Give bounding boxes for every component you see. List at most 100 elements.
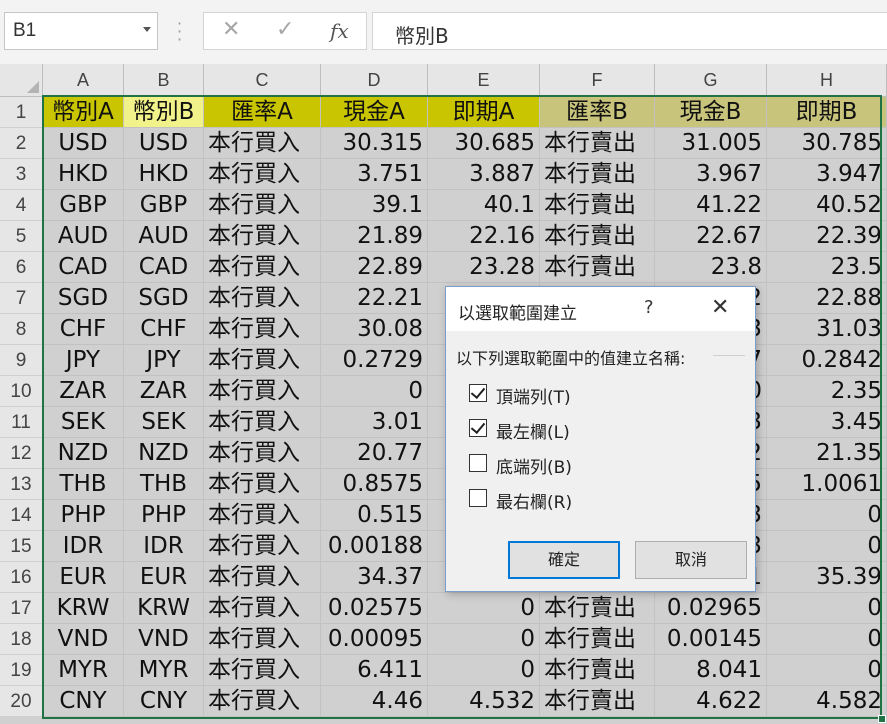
table-cell[interactable]: AUD: [43, 221, 124, 252]
table-cell[interactable]: 31.005: [655, 128, 767, 159]
table-cell[interactable]: 0: [428, 655, 540, 686]
table-cell[interactable]: JPY: [43, 345, 124, 376]
table-cell[interactable]: MYR: [43, 655, 124, 686]
row-header[interactable]: 1: [0, 97, 43, 128]
table-cell[interactable]: 30.685: [428, 128, 540, 159]
table-cell[interactable]: 本行買入: [204, 221, 321, 252]
close-icon[interactable]: ✕: [711, 295, 729, 320]
table-cell[interactable]: 22.89: [321, 252, 428, 283]
table-cell[interactable]: 本行賣出: [540, 624, 655, 655]
header-cell[interactable]: 現金A: [321, 97, 428, 128]
row-header[interactable]: 10: [0, 376, 43, 407]
table-cell[interactable]: 6.411: [321, 655, 428, 686]
table-cell[interactable]: EUR: [124, 562, 204, 593]
row-header[interactable]: 20: [0, 686, 43, 717]
row-header[interactable]: 4: [0, 190, 43, 221]
table-cell[interactable]: CAD: [43, 252, 124, 283]
table-cell[interactable]: 21.35: [767, 438, 887, 469]
table-cell[interactable]: 3.45: [767, 407, 887, 438]
table-cell[interactable]: SGD: [124, 283, 204, 314]
table-cell[interactable]: 本行賣出: [540, 128, 655, 159]
row-header[interactable]: 19: [0, 655, 43, 686]
row-header[interactable]: 2: [0, 128, 43, 159]
table-cell[interactable]: 本行買入: [204, 624, 321, 655]
table-cell[interactable]: 本行賣出: [540, 593, 655, 624]
table-cell[interactable]: 0: [767, 500, 887, 531]
table-cell[interactable]: 0.2842: [767, 345, 887, 376]
table-cell[interactable]: NZD: [43, 438, 124, 469]
table-cell[interactable]: USD: [124, 128, 204, 159]
table-cell[interactable]: 0: [767, 624, 887, 655]
right-column-checkbox[interactable]: [469, 489, 487, 507]
row-header[interactable]: 11: [0, 407, 43, 438]
column-header-e[interactable]: E: [428, 64, 540, 97]
table-cell[interactable]: 0.00188: [321, 531, 428, 562]
table-cell[interactable]: VND: [43, 624, 124, 655]
table-cell[interactable]: PHP: [124, 500, 204, 531]
table-cell[interactable]: 22.39: [767, 221, 887, 252]
row-header[interactable]: 18: [0, 624, 43, 655]
table-cell[interactable]: 本行買入: [204, 407, 321, 438]
table-cell[interactable]: 4.582: [767, 686, 887, 717]
column-header-b[interactable]: B: [124, 64, 204, 97]
formula-bar-grip-icon[interactable]: · · ·: [177, 16, 182, 48]
table-cell[interactable]: ZAR: [43, 376, 124, 407]
table-cell[interactable]: 3.947: [767, 159, 887, 190]
table-cell[interactable]: 34.37: [321, 562, 428, 593]
ok-button[interactable]: 確定: [508, 541, 620, 579]
table-cell[interactable]: THB: [43, 469, 124, 500]
table-cell[interactable]: 22.16: [428, 221, 540, 252]
table-cell[interactable]: NZD: [124, 438, 204, 469]
table-cell[interactable]: SEK: [124, 407, 204, 438]
column-header-g[interactable]: G: [655, 64, 767, 97]
table-cell[interactable]: 本行買入: [204, 438, 321, 469]
table-cell[interactable]: 0: [767, 531, 887, 562]
table-cell[interactable]: 35.39: [767, 562, 887, 593]
header-cell[interactable]: 幣別B: [124, 97, 204, 128]
table-cell[interactable]: 40.1: [428, 190, 540, 221]
table-cell[interactable]: 41.22: [655, 190, 767, 221]
table-cell[interactable]: 30.785: [767, 128, 887, 159]
table-cell[interactable]: 3.967: [655, 159, 767, 190]
left-column-checkbox[interactable]: [469, 419, 487, 437]
table-cell[interactable]: 21.89: [321, 221, 428, 252]
table-cell[interactable]: 23.28: [428, 252, 540, 283]
column-header-d[interactable]: D: [321, 64, 428, 97]
cancel-button[interactable]: 取消: [635, 541, 747, 579]
left-column-label[interactable]: 最左欄(L): [496, 418, 570, 443]
table-cell[interactable]: 23.8: [655, 252, 767, 283]
table-cell[interactable]: 本行買入: [204, 469, 321, 500]
table-cell[interactable]: 本行買入: [204, 252, 321, 283]
table-cell[interactable]: 本行買入: [204, 345, 321, 376]
table-cell[interactable]: 本行買入: [204, 686, 321, 717]
row-header[interactable]: 5: [0, 221, 43, 252]
fill-handle[interactable]: [878, 715, 886, 723]
table-cell[interactable]: 0.8575: [321, 469, 428, 500]
table-cell[interactable]: SGD: [43, 283, 124, 314]
table-cell[interactable]: 本行買入: [204, 190, 321, 221]
table-cell[interactable]: 本行賣出: [540, 221, 655, 252]
column-header-c[interactable]: C: [204, 64, 321, 97]
table-cell[interactable]: 4.532: [428, 686, 540, 717]
top-row-label[interactable]: 頂端列(T): [496, 383, 571, 408]
row-header[interactable]: 3: [0, 159, 43, 190]
table-cell[interactable]: 3.751: [321, 159, 428, 190]
name-box[interactable]: B1: [4, 12, 158, 50]
table-cell[interactable]: VND: [124, 624, 204, 655]
table-cell[interactable]: 20.77: [321, 438, 428, 469]
table-cell[interactable]: KRW: [124, 593, 204, 624]
table-cell[interactable]: 4.46: [321, 686, 428, 717]
table-cell[interactable]: 0.00145: [655, 624, 767, 655]
row-header[interactable]: 8: [0, 314, 43, 345]
table-cell[interactable]: 本行買入: [204, 314, 321, 345]
table-cell[interactable]: 本行買入: [204, 500, 321, 531]
table-cell[interactable]: 本行買入: [204, 531, 321, 562]
table-cell[interactable]: 8.041: [655, 655, 767, 686]
row-header[interactable]: 16: [0, 562, 43, 593]
column-header-f[interactable]: F: [540, 64, 655, 97]
table-cell[interactable]: 本行賣出: [540, 655, 655, 686]
table-cell[interactable]: 0.515: [321, 500, 428, 531]
table-cell[interactable]: 40.52: [767, 190, 887, 221]
table-cell[interactable]: 0: [767, 655, 887, 686]
table-cell[interactable]: 3.887: [428, 159, 540, 190]
